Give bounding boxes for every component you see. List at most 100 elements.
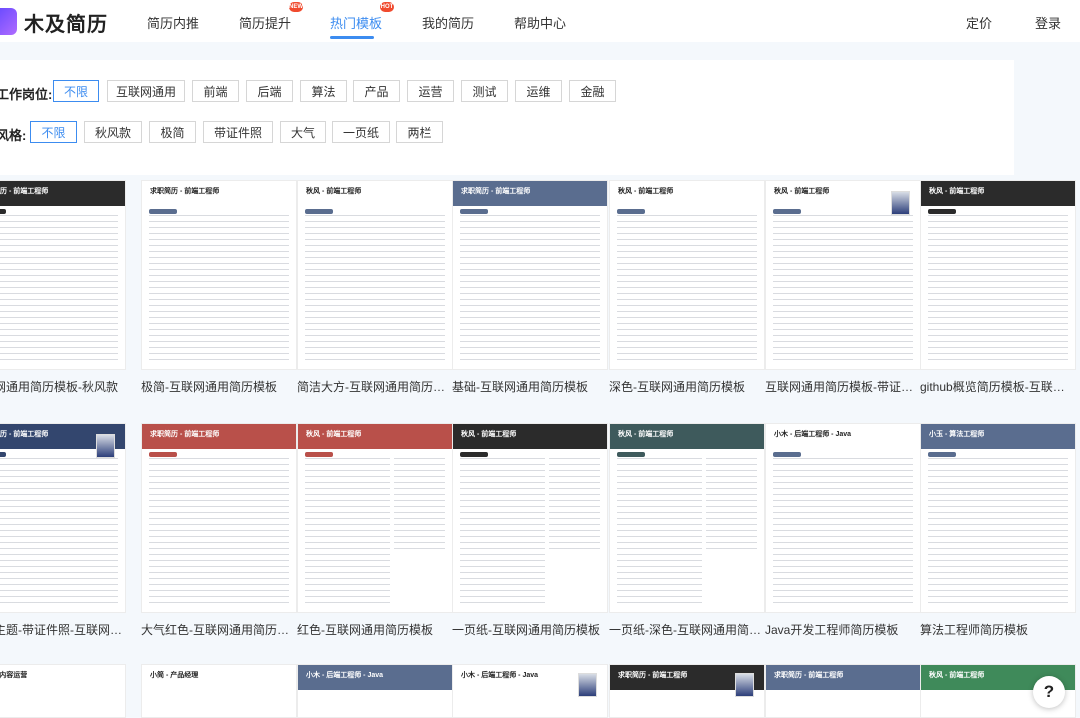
top-header: 木及简历 简历内推 简历提升 NEW 热门模板 HOT 我的简历 帮助中心 定价… — [0, 0, 1080, 42]
template-title[interactable]: 互联网通用简历模板-秋风款 — [0, 378, 126, 395]
thumbnail-section-tag — [0, 209, 6, 214]
thumbnail-text-lines — [928, 458, 1068, 606]
position-filter-label: 工作岗位: — [0, 87, 53, 102]
position-chip-backend[interactable]: 后端 — [246, 80, 293, 102]
template-thumbnail[interactable]: 求职简历 - 前端工程师 — [452, 180, 608, 370]
template-thumbnail[interactable]: 小木 - 后端工程师 - Java — [765, 423, 921, 613]
template-thumbnail[interactable]: 秋风 - 前端工程师 — [297, 423, 453, 613]
template-title[interactable]: Java开发工程师简历模板 — [765, 621, 921, 638]
thumbnail-name: 小及 - 内容运营 — [0, 672, 28, 679]
thumbnail-name: 小木 - 后端工程师 - Java — [461, 672, 539, 679]
position-chip-product[interactable]: 产品 — [353, 80, 400, 102]
template-thumbnail[interactable]: 小木 - 后端工程师 - Java — [297, 664, 453, 718]
thumbnail-name: 秋风 - 前端工程师 — [618, 431, 674, 438]
logo-icon[interactable] — [0, 8, 17, 35]
photo-placeholder-icon — [735, 673, 754, 697]
template-title[interactable]: github概览简历模板-互联网通用简历模板 — [920, 378, 1076, 395]
template-title[interactable]: 一页纸-深色-互联网通用简历模板 — [609, 621, 765, 638]
template-title[interactable]: 红色-互联网通用简历模板 — [297, 621, 453, 638]
thumbnail-name: 秋风 - 前端工程师 — [306, 188, 362, 195]
position-chip-testing[interactable]: 测试 — [461, 80, 508, 102]
position-chip-algorithm[interactable]: 算法 — [300, 80, 347, 102]
thumbnail-name: 秋风 - 前端工程师 — [306, 431, 362, 438]
template-thumbnail[interactable]: 求职简历 - 前端工程师 — [141, 180, 297, 370]
photo-placeholder-icon — [578, 673, 597, 697]
pricing-link[interactable]: 定价 — [966, 13, 992, 32]
style-chip-two-column[interactable]: 两栏 — [396, 121, 443, 143]
new-badge: NEW — [289, 2, 303, 12]
template-thumbnail[interactable]: 秋风 - 前端工程师 — [765, 180, 921, 370]
thumbnail-name: 求职简历 - 前端工程师 — [618, 672, 688, 679]
thumbnail-text-lines — [617, 215, 757, 363]
template-thumbnail[interactable]: 求职简历 - 前端工程师 — [765, 664, 921, 718]
nav-item-help[interactable]: 帮助中心 — [514, 13, 566, 32]
position-chip-finance[interactable]: 金融 — [569, 80, 616, 102]
thumbnail-section-tag — [149, 209, 177, 214]
template-thumbnail[interactable]: 求职简历 - 前端工程师 — [0, 180, 126, 370]
template-title[interactable]: 极简-互联网通用简历模板 — [141, 378, 297, 395]
nav-item-hot-templates[interactable]: 热门模板 — [330, 13, 382, 32]
thumbnail-side-column — [394, 458, 445, 552]
template-title[interactable]: 大气红色-互联网通用简历模板 — [141, 621, 297, 638]
thumbnail-name: 秋风 - 前端工程师 — [461, 431, 517, 438]
thumbnail-section-tag — [460, 452, 488, 457]
style-chip-one-page[interactable]: 一页纸 — [332, 121, 390, 143]
template-title[interactable]: 算法工程师简历模板 — [920, 621, 1076, 638]
thumbnail-name: 秋风 - 前端工程师 — [929, 188, 985, 195]
template-thumbnail[interactable]: 秋风 - 前端工程师 — [609, 423, 765, 613]
nav-item-my-resume[interactable]: 我的简历 — [422, 13, 474, 32]
style-chip-minimal[interactable]: 极简 — [149, 121, 196, 143]
thumbnail-name: 求职简历 - 前端工程师 — [0, 431, 49, 438]
template-thumbnail[interactable]: 小木 - 后端工程师 - Java — [452, 664, 608, 718]
thumbnail-text-lines — [0, 215, 118, 363]
template-thumbnail[interactable]: 求职简历 - 前端工程师 — [0, 423, 126, 613]
thumbnail-name: 小木 - 后端工程师 - Java — [306, 672, 384, 679]
template-title[interactable]: 深色-互联网通用简历模板 — [609, 378, 765, 395]
thumbnail-name: 求职简历 - 前端工程师 — [150, 188, 220, 195]
style-chip-grand[interactable]: 大气 — [280, 121, 326, 143]
thumbnail-text-lines — [149, 458, 289, 606]
template-thumbnail[interactable]: 小及 - 内容运营 — [0, 664, 126, 718]
position-chip-internet[interactable]: 互联网通用 — [107, 80, 185, 102]
nav-item-resume-improve[interactable]: 简历提升 — [239, 13, 291, 32]
thumbnail-name: 求职简历 - 前端工程师 — [150, 431, 220, 438]
style-chip-autumn[interactable]: 秋风款 — [84, 121, 142, 143]
filter-panel: 工作岗位: 不限 互联网通用 前端 后端 算法 产品 运营 测试 运维 金融 风… — [0, 60, 1014, 175]
position-chip-operations[interactable]: 运营 — [407, 80, 454, 102]
thumbnail-text-lines — [773, 458, 913, 606]
thumbnail-name: 求职简历 - 前端工程师 — [0, 188, 49, 195]
photo-placeholder-icon — [96, 434, 115, 458]
template-thumbnail[interactable]: 求职简历 - 前端工程师 — [609, 664, 765, 718]
thumbnail-name: 秋风 - 前端工程师 — [774, 188, 830, 195]
template-thumbnail[interactable]: 小简 - 产品经理 — [141, 664, 297, 718]
template-thumbnail[interactable]: 秋风 - 前端工程师 — [452, 423, 608, 613]
template-thumbnail[interactable]: 求职简历 - 前端工程师 — [141, 423, 297, 613]
thumbnail-section-tag — [773, 209, 801, 214]
template-thumbnail[interactable]: 秋风 - 前端工程师 — [920, 180, 1076, 370]
template-thumbnail[interactable]: 秋风 - 前端工程师 — [609, 180, 765, 370]
position-chip-frontend[interactable]: 前端 — [192, 80, 239, 102]
position-chip-any[interactable]: 不限 — [53, 80, 99, 102]
style-chip-photo[interactable]: 带证件照 — [203, 121, 273, 143]
login-link[interactable]: 登录 — [1035, 13, 1061, 32]
thumbnail-name: 小木 - 后端工程师 - Java — [774, 431, 852, 438]
thumbnail-side-column — [549, 458, 600, 552]
template-title[interactable]: 一页纸-互联网通用简历模板 — [452, 621, 608, 638]
help-button[interactable]: ? — [1033, 676, 1065, 708]
nav-item-referral[interactable]: 简历内推 — [147, 13, 199, 32]
thumbnail-section-tag — [773, 452, 801, 457]
template-thumbnail[interactable]: 秋风 - 前端工程师 — [297, 180, 453, 370]
position-chip-devops[interactable]: 运维 — [515, 80, 562, 102]
template-title[interactable]: 互联网通用简历模板-带证件照 — [765, 378, 921, 395]
thumbnail-text-lines — [460, 458, 546, 606]
style-chip-any[interactable]: 不限 — [30, 121, 77, 143]
thumbnail-name: 秋风 - 前端工程师 — [929, 672, 985, 679]
logo-text[interactable]: 木及简历 — [24, 8, 108, 37]
template-title[interactable]: 蓝色主题-带证件照-互联网通用简历模板 — [0, 621, 126, 638]
thumbnail-section-tag — [305, 452, 333, 457]
template-title[interactable]: 简洁大方-互联网通用简历模板 — [297, 378, 453, 395]
template-title[interactable]: 基础-互联网通用简历模板 — [452, 378, 608, 395]
thumbnail-section-tag — [928, 452, 956, 457]
thumbnail-text-lines — [149, 215, 289, 363]
template-thumbnail[interactable]: 小玉 - 算法工程师 — [920, 423, 1076, 613]
